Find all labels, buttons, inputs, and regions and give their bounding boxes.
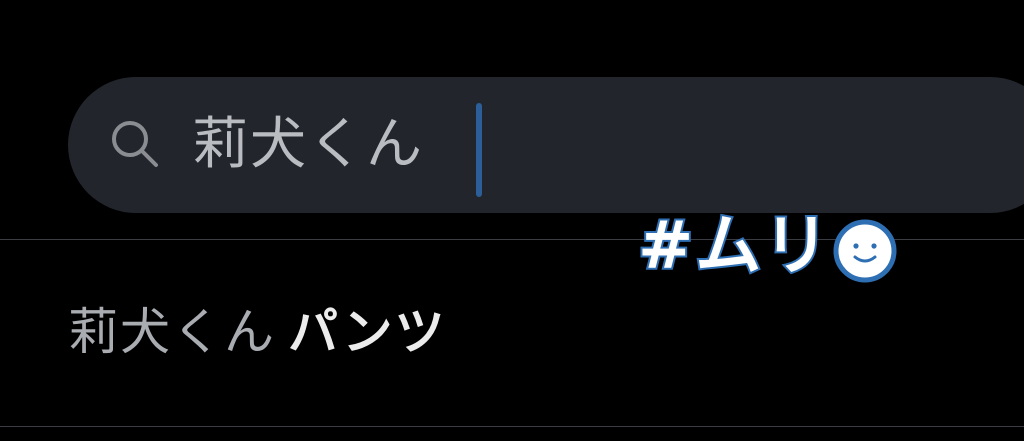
search-icon bbox=[112, 121, 158, 167]
search-suggestion-item[interactable]: 莉犬くん パンツ bbox=[68, 292, 447, 372]
sticker-text: #ムリ bbox=[636, 205, 832, 286]
suggestion-query-text: 莉犬くん bbox=[68, 303, 276, 361]
text-cursor bbox=[476, 103, 482, 197]
search-screen: 莉犬くん 莉犬くん パンツ #ムリ bbox=[0, 0, 1024, 441]
search-input[interactable]: 莉犬くん bbox=[192, 109, 424, 181]
search-bar[interactable]: 莉犬くん bbox=[68, 77, 1024, 213]
smiley-icon bbox=[833, 219, 897, 283]
divider bbox=[0, 426, 1024, 427]
sticker-overlay: #ムリ bbox=[634, 200, 904, 300]
suggestion-completion-text: パンツ bbox=[288, 303, 447, 361]
